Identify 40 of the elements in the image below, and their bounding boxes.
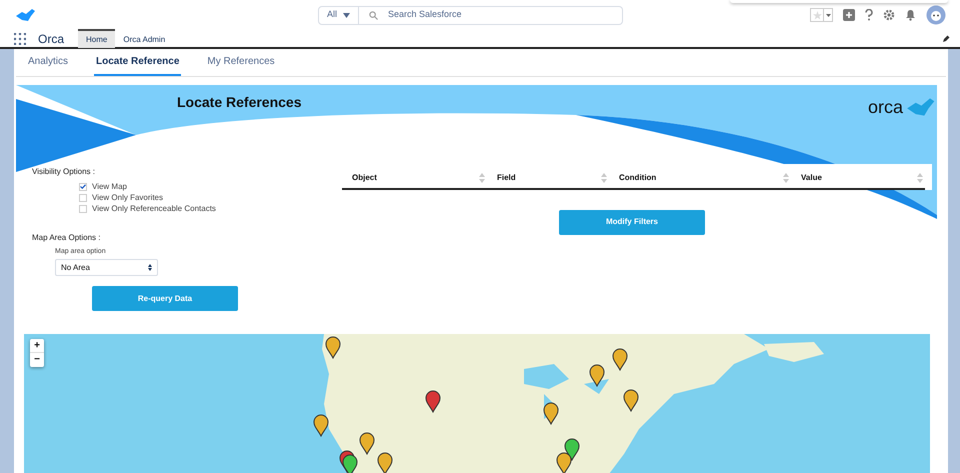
banner-title: Locate References [177,92,302,112]
zoom-out-button[interactable]: − [30,353,44,368]
nav-tab[interactable]: Orca Admin [115,29,174,48]
search-field[interactable]: Search Salesforce [359,6,624,24]
star-icon [812,10,822,20]
app-name: Orca [38,30,64,48]
map-area-select[interactable]: No Area [55,259,158,276]
search-icon [369,10,378,20]
checkbox-label: View Map [92,180,127,193]
logo-text: orca [868,98,903,116]
caret-icon [343,12,350,18]
favorites-button[interactable] [810,8,833,22]
logo-icon[interactable] [14,8,36,22]
search-scope-dropdown[interactable]: All [318,6,360,24]
pencil-icon[interactable] [943,35,950,42]
avatar-icon[interactable] [926,5,946,25]
page-tab[interactable]: My References [205,49,277,76]
page-tab[interactable]: Analytics [26,49,70,76]
section-label: Visibility Options : [32,166,96,178]
section-label: Map Area Options : [32,232,102,244]
bell-icon[interactable] [905,9,916,21]
column-header[interactable]: Field [487,168,609,188]
settings-icon[interactable] [883,9,895,21]
checkbox-label: View Only Favorites [92,192,163,204]
checkbox[interactable] [79,182,87,191]
column-header[interactable]: Value [791,168,925,188]
checkbox[interactable] [79,194,87,202]
nav-tab[interactable]: Home [78,29,116,48]
checkbox[interactable] [79,204,87,213]
zoom-in-button[interactable]: + [30,339,44,354]
caret-icon [826,14,830,16]
app-launcher-icon[interactable] [14,32,26,44]
sort-icon [148,264,152,272]
column-header[interactable]: Object [342,168,487,188]
page-tab[interactable]: Locate Reference [94,49,182,76]
plus-icon[interactable] [843,9,855,21]
checkbox-label: View Only Referenceable Contacts [92,202,216,215]
column-header[interactable]: Condition [609,168,791,188]
search-input[interactable]: Search Salesforce [388,8,612,22]
help-icon[interactable] [865,9,873,21]
